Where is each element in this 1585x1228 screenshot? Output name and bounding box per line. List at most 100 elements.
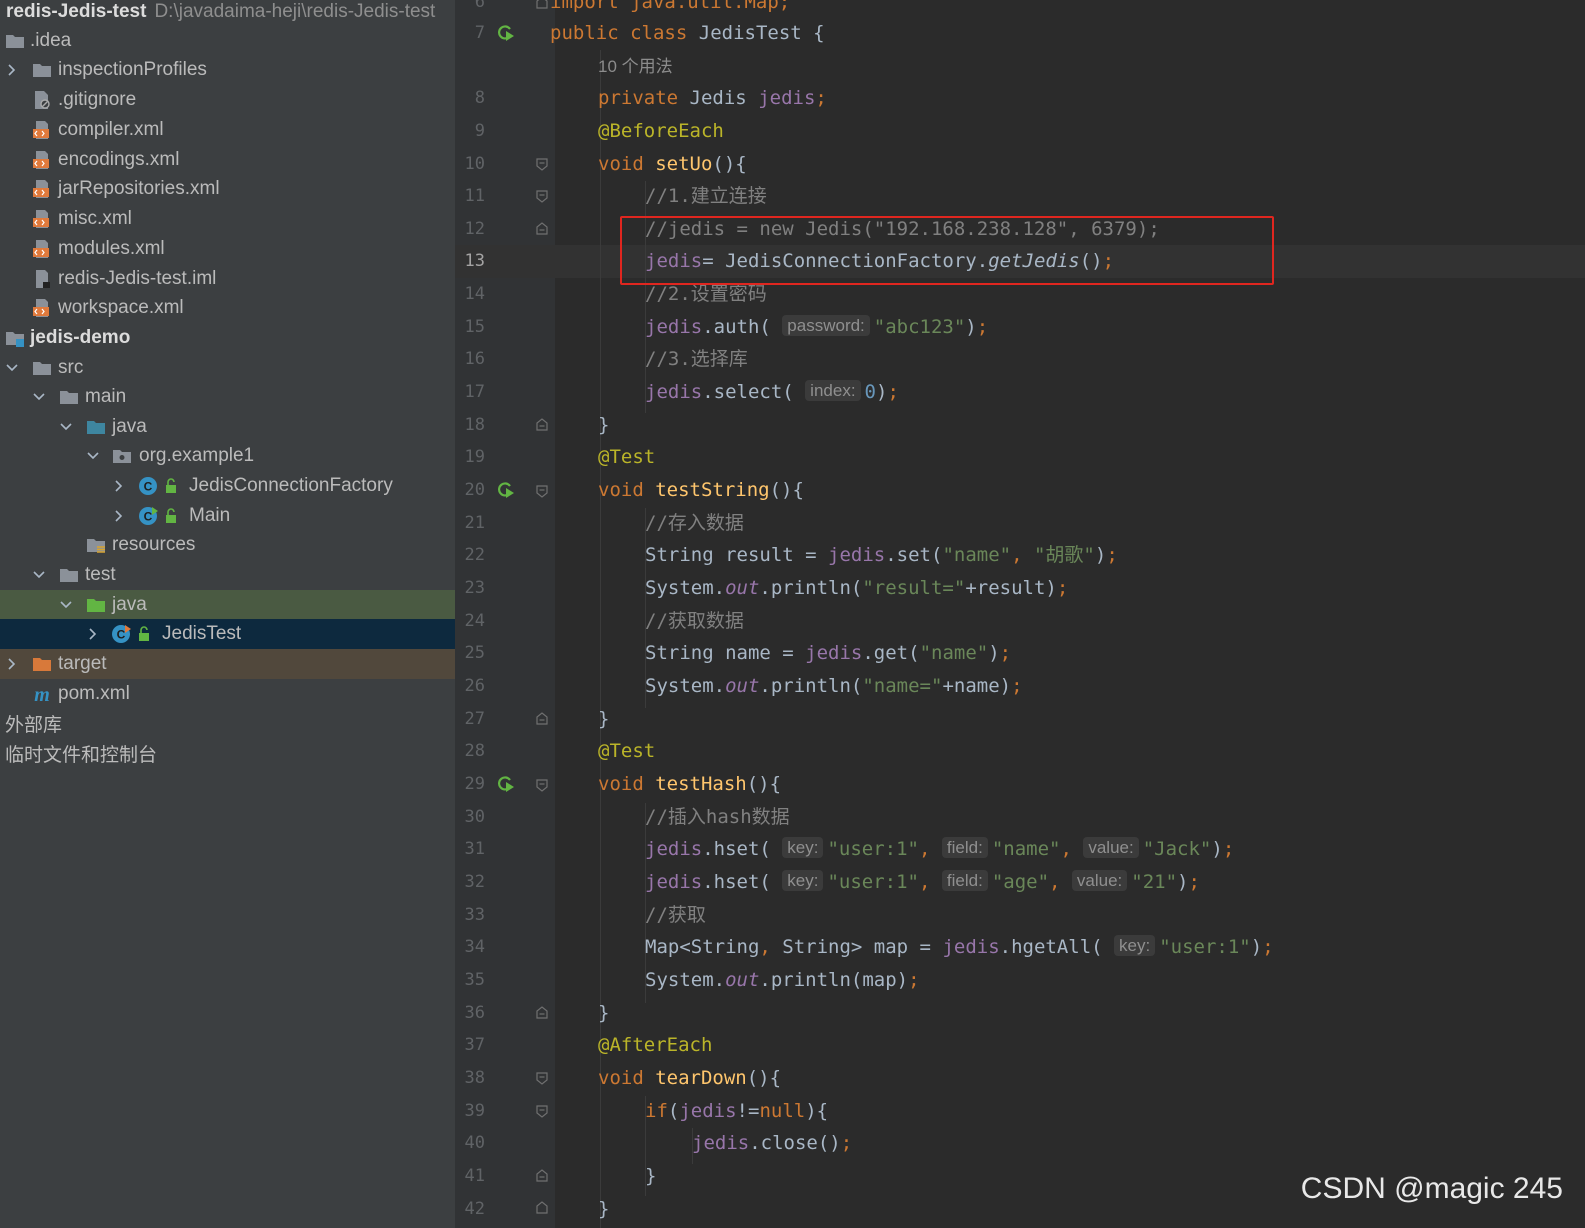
- tree-item-inspectionprofiles[interactable]: inspectionProfiles: [0, 55, 455, 85]
- code-line-19[interactable]: @Test: [598, 441, 655, 474]
- chevron-down-icon[interactable]: [31, 389, 47, 405]
- tree-item-main[interactable]: main: [0, 382, 455, 412]
- code-line-31[interactable]: jedis.hset( key: "user:1", field: "name", …: [645, 833, 1234, 866]
- code-line-21[interactable]: //存入数据: [645, 507, 744, 540]
- code-line-9[interactable]: @BeforeEach: [598, 115, 724, 148]
- code-annotation: @BeforeEach: [598, 120, 724, 142]
- tree-item-jarrepositories-xml[interactable]: jarRepositories.xml: [0, 174, 455, 204]
- tree-item-main-class[interactable]: C Main: [0, 501, 455, 531]
- tree-item-jedis-demo[interactable]: jedis-demo: [0, 323, 455, 353]
- code-line-35[interactable]: System.out.println(map);: [645, 964, 920, 997]
- fold-start-icon[interactable]: [535, 189, 549, 203]
- code-line-42[interactable]: }: [598, 1193, 609, 1226]
- fold-end-icon[interactable]: [535, 0, 549, 10]
- tree-item-pom-xml[interactable]: m pom.xml: [0, 679, 455, 709]
- chevron-down-icon[interactable]: [4, 360, 20, 376]
- tree-item-scratches-consoles[interactable]: 临时文件和控制台: [0, 738, 455, 768]
- chevron-down-icon[interactable]: [58, 419, 74, 435]
- tree-item-test[interactable]: test: [0, 560, 455, 590]
- code-line-7[interactable]: public class JedisTest {: [550, 17, 825, 50]
- code-punct: ): [988, 642, 1000, 664]
- fold-start-icon[interactable]: [535, 484, 549, 498]
- fold-end-icon[interactable]: [535, 712, 549, 726]
- tree-item-target[interactable]: target: [0, 649, 455, 679]
- code-line-27[interactable]: }: [598, 703, 609, 736]
- code-string: "user:1": [827, 838, 919, 860]
- code-line-15[interactable]: jedis.auth( password: "abc123");: [645, 311, 988, 344]
- tree-item-modules-xml[interactable]: modules.xml: [0, 234, 455, 264]
- code-line-37[interactable]: @AfterEach: [598, 1029, 712, 1062]
- fold-end-icon[interactable]: [535, 418, 549, 432]
- project-root-header[interactable]: redis-Jedis-test D:\javadaima-heji\redis-…: [0, 0, 455, 26]
- tree-item-test-java[interactable]: java: [0, 590, 455, 620]
- usages-hint[interactable]: 10 个用法: [598, 56, 673, 78]
- code-line-22[interactable]: String result = jedis.set("name", "胡歌");: [645, 539, 1118, 572]
- tree-item-jedistest[interactable]: C JedisTest: [0, 619, 455, 649]
- fold-end-icon[interactable]: [535, 222, 549, 236]
- tree-item-package[interactable]: org.example1: [0, 441, 455, 471]
- run-test-icon[interactable]: [496, 480, 516, 500]
- fold-start-icon[interactable]: [535, 1071, 549, 1085]
- line-number: 26: [464, 676, 485, 696]
- fold-start-icon[interactable]: [535, 778, 549, 792]
- chevron-right-icon[interactable]: [85, 626, 101, 642]
- code-line-25[interactable]: String name = jedis.get("name");: [645, 637, 1011, 670]
- tree-item-main-java[interactable]: java: [0, 412, 455, 442]
- code-line-39[interactable]: if(jedis!=null){: [645, 1095, 828, 1128]
- code-line-10[interactable]: void setUo(){: [598, 148, 747, 181]
- tree-item-encodings-xml[interactable]: encodings.xml: [0, 145, 455, 175]
- chevron-right-icon[interactable]: [4, 656, 20, 672]
- code-line-29[interactable]: void testHash(){: [598, 768, 781, 801]
- chevron-right-icon[interactable]: [4, 62, 20, 78]
- tree-item-resources[interactable]: resources: [0, 530, 455, 560]
- code-line-8[interactable]: private Jedis jedis;: [598, 82, 827, 115]
- code-line-32[interactable]: jedis.hset( key: "user:1", field: "age", v…: [645, 866, 1200, 899]
- code-line-33[interactable]: //获取: [645, 899, 706, 932]
- chevron-down-icon[interactable]: [85, 448, 101, 464]
- fold-end-icon[interactable]: [535, 1169, 549, 1183]
- line-number: 10: [464, 154, 485, 174]
- tree-item-iml-file[interactable]: redis-Jedis-test.iml: [0, 264, 455, 294]
- code-keyword: void: [598, 1067, 644, 1089]
- code-line-24[interactable]: //获取数据: [645, 605, 744, 638]
- fold-end-icon[interactable]: [535, 1201, 549, 1215]
- code-comma: ,: [1049, 871, 1072, 893]
- tree-item-workspace-xml[interactable]: workspace.xml: [0, 293, 455, 323]
- fold-start-icon[interactable]: [535, 1104, 549, 1118]
- tree-item-idea[interactable]: .idea: [0, 26, 455, 56]
- code-line-34[interactable]: Map<String, String> map = jedis.hgetAll(…: [645, 931, 1274, 964]
- fold-start-icon[interactable]: [535, 157, 549, 171]
- fold-end-icon[interactable]: [535, 1006, 549, 1020]
- line-number: 24: [464, 611, 485, 631]
- code-line-26[interactable]: System.out.println("name="+name);: [645, 670, 1023, 703]
- code-line-23[interactable]: System.out.println("result="+result);: [645, 572, 1068, 605]
- code-line-38[interactable]: void tearDown(){: [598, 1062, 781, 1095]
- tree-item-compiler-xml[interactable]: compiler.xml: [0, 115, 455, 145]
- code-comma: ,: [919, 871, 942, 893]
- tree-item-jedisconnectionfactory[interactable]: C JedisConnectionFactory: [0, 471, 455, 501]
- line-number: 28: [464, 741, 485, 761]
- code-line-16[interactable]: //3.选择库: [645, 343, 748, 376]
- code-line-36[interactable]: }: [598, 997, 609, 1030]
- tree-item-misc-xml[interactable]: misc.xml: [0, 204, 455, 234]
- run-test-icon[interactable]: [496, 23, 516, 43]
- code-static-field: out: [725, 577, 760, 599]
- chevron-down-icon[interactable]: [31, 567, 47, 583]
- code-line-30[interactable]: //插入hash数据: [645, 801, 790, 834]
- code-line-17[interactable]: jedis.select( index: 0);: [645, 376, 899, 409]
- code-line-28[interactable]: @Test: [598, 735, 655, 768]
- tree-item-gitignore[interactable]: .gitignore: [0, 85, 455, 115]
- run-test-icon[interactable]: [496, 774, 516, 794]
- folder-icon: [58, 565, 80, 585]
- chevron-down-icon[interactable]: [58, 597, 74, 613]
- chevron-right-icon[interactable]: [111, 478, 127, 494]
- code-line-11[interactable]: //1.建立连接: [645, 180, 767, 213]
- code-line-20[interactable]: void testString(){: [598, 474, 804, 507]
- code-line-40[interactable]: jedis.close();: [692, 1127, 852, 1160]
- tree-item-src[interactable]: src: [0, 353, 455, 383]
- tree-item-external-libraries[interactable]: 外部库: [0, 708, 455, 738]
- code-line-18[interactable]: }: [598, 409, 609, 442]
- chevron-right-icon[interactable]: [111, 508, 127, 524]
- tree-item-label: java: [112, 594, 147, 615]
- code-line-41[interactable]: }: [645, 1160, 656, 1193]
